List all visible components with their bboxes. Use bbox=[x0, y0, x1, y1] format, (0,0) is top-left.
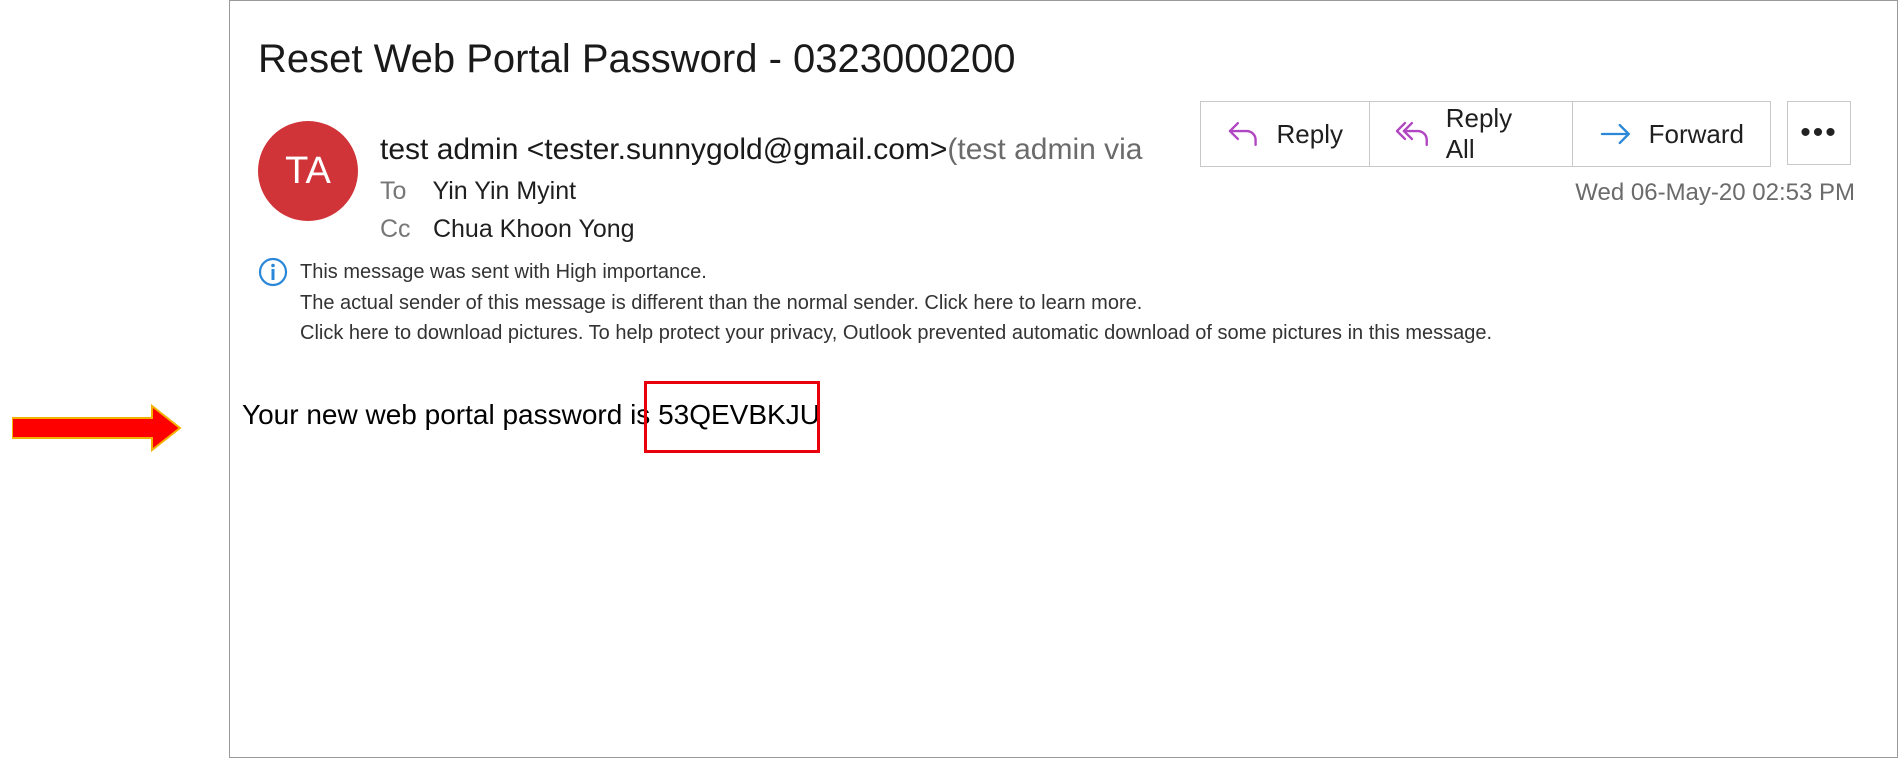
reply-all-label: Reply All bbox=[1445, 103, 1513, 164]
importance-notice: This message was sent with High importan… bbox=[300, 261, 707, 283]
reply-label: Reply bbox=[1276, 118, 1343, 149]
sender-via: (test admin via bbox=[947, 133, 1143, 166]
cc-recipient[interactable]: Chua Khoon Yong bbox=[433, 215, 635, 243]
more-icon: ••• bbox=[1800, 116, 1838, 149]
more-actions-button[interactable]: ••• bbox=[1787, 101, 1851, 165]
email-reading-pane: Reset Web Portal Password - 0323000200 T… bbox=[229, 0, 1898, 758]
avatar-initials: TA bbox=[285, 149, 331, 192]
message-actions: Reply Reply All Forward bbox=[1200, 101, 1771, 167]
sender-avatar[interactable]: TA bbox=[258, 121, 358, 221]
sender-name-email[interactable]: test admin <tester.sunnygold@gmail.com> bbox=[380, 133, 947, 166]
download-pictures-link[interactable]: Click here to download pictures. To help… bbox=[300, 322, 1492, 345]
reply-all-icon bbox=[1396, 121, 1428, 147]
to-recipient[interactable]: Yin Yin Myint bbox=[433, 177, 577, 205]
password-highlight-box bbox=[644, 381, 820, 453]
forward-button[interactable]: Forward bbox=[1573, 102, 1770, 166]
cc-label: Cc bbox=[380, 215, 411, 243]
body-text-prefix: Your new web portal password is bbox=[242, 399, 659, 430]
email-subject: Reset Web Portal Password - 0323000200 bbox=[258, 37, 1016, 81]
annotation-arrow bbox=[12, 404, 182, 452]
sender-notice-link[interactable]: The actual sender of this message is dif… bbox=[300, 292, 1142, 315]
sender-line[interactable]: test admin <tester.sunnygold@gmail.com>(… bbox=[380, 133, 1180, 167]
to-label: To bbox=[380, 177, 407, 205]
to-row: To Yin Yin Myint bbox=[380, 177, 576, 206]
sent-datetime: Wed 06-May-20 02:53 PM bbox=[1575, 179, 1855, 206]
info-icon bbox=[258, 257, 288, 287]
reply-button[interactable]: Reply bbox=[1201, 102, 1370, 166]
cc-row: Cc Chua Khoon Yong bbox=[380, 215, 635, 244]
forward-arrow-icon bbox=[1600, 123, 1630, 145]
forward-label: Forward bbox=[1648, 118, 1744, 149]
reply-all-button[interactable]: Reply All bbox=[1370, 102, 1573, 166]
reply-icon bbox=[1228, 121, 1257, 147]
